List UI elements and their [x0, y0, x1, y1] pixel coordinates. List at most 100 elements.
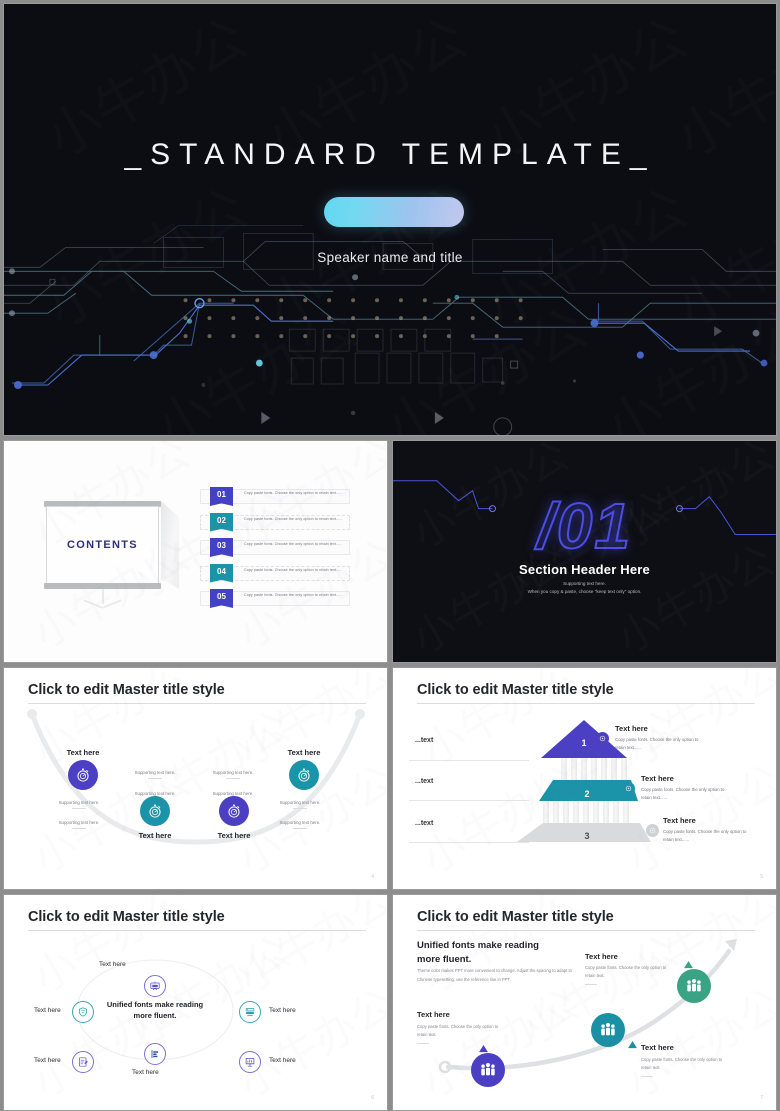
svg-text:1: 1 [581, 738, 586, 748]
supporting-text: Supporting text here. [116, 770, 194, 779]
page-title: Click to edit Master title style [28, 682, 225, 698]
circle-node-right-upper[interactable] [239, 1001, 261, 1023]
screen-tripod-icon [80, 589, 126, 611]
curve-path [27, 709, 365, 845]
timeline-node-4[interactable] [289, 760, 319, 790]
circle-label-top: Text here [99, 961, 126, 968]
list-item[interactable]: 02 Copy paste fonts. Choose the only opt… [200, 512, 350, 532]
pyramid-body-1: Copy paste fonts. Choose the only option… [615, 737, 699, 751]
growth-step-body-1: Copy paste fonts. Choose the only option… [417, 1023, 505, 1044]
growth-node-2[interactable] [591, 1013, 625, 1047]
circle-label-left-lower: Text here [34, 1057, 61, 1064]
growth-arrow [438, 939, 737, 1074]
circle-node-bottom[interactable] [144, 1043, 166, 1065]
growth-step-head-3: Text here [585, 952, 618, 961]
toc-number-badge: 02 [210, 512, 233, 532]
deck-row-1: 小牛办公 小牛办公 小牛办公 小牛办公 小牛办公 小牛办公 小牛办公 小牛办公 … [3, 3, 777, 436]
timeline-label: Text here [287, 748, 321, 757]
screen-face: CONTENTS [46, 506, 159, 584]
supporting-text: Supporting text here. [261, 800, 339, 809]
list-item[interactable]: 01 Copy paste fonts. Choose the only opt… [200, 487, 350, 506]
list-item[interactable]: 05 Copy paste fonts. Choose the only opt… [200, 589, 350, 608]
list-item[interactable]: 04 Copy paste fonts. Choose the only opt… [200, 563, 350, 583]
pyramid-body-3: Copy paste fonts. Choose the only option… [663, 829, 747, 843]
slide-pyramid[interactable]: Click to edit Master title style ...text… [392, 667, 777, 890]
gear-icon [625, 785, 632, 792]
contents-label: CONTENTS [67, 539, 138, 551]
supporting-text: Supporting text here. [40, 820, 118, 829]
stopwatch-icon [77, 768, 89, 782]
toc-text: Copy paste fonts. Choose the only option… [244, 593, 343, 597]
slide-growth[interactable]: Click to edit Master title style Unified… [392, 894, 777, 1111]
timeline-node-2[interactable] [140, 796, 170, 826]
circle-node-left-upper[interactable] [72, 1001, 94, 1023]
presentation-board-icon [150, 981, 160, 990]
slide-timeline[interactable]: Click to edit Master title style Text he… [3, 667, 388, 890]
growth-step-head-2: Text here [641, 1043, 674, 1052]
circle-node-top[interactable] [144, 975, 166, 997]
toc-number-badge: 04 [210, 563, 233, 583]
server-stack-icon [245, 1008, 255, 1016]
section-number: /01 [536, 489, 632, 563]
pyramid-shapes: 1 2 3 [517, 720, 651, 842]
pyramid-badge-1[interactable] [596, 732, 609, 745]
pyramid-badge-2[interactable] [622, 782, 635, 795]
list-item[interactable]: 03 Copy paste fonts. Choose the only opt… [200, 538, 350, 557]
supporting-text: Supporting text here. [261, 820, 339, 829]
growth-step-head-1: Text here [417, 1010, 450, 1019]
supporting-text: Supporting text here. [194, 770, 272, 779]
circle-center-text: Unified fonts make reading more fluent. [106, 1000, 204, 1021]
timeline-node-1[interactable] [68, 760, 98, 790]
marker-triangle-icon [684, 961, 693, 969]
timeline-node-3[interactable] [219, 796, 249, 826]
lock-icon [649, 827, 656, 834]
svg-text:2: 2 [584, 789, 589, 799]
slide-contents[interactable]: CONTENTS 01 Copy paste fonts. Choose the… [3, 440, 388, 663]
speaker-subtitle: Speaker name and title [317, 250, 463, 265]
section-heading: Section Header Here [519, 562, 650, 577]
gradient-pill-accent [324, 197, 464, 227]
stopwatch-icon [149, 804, 161, 818]
people-group-icon [601, 1023, 615, 1036]
toc-text: Copy paste fonts. Choose the only option… [244, 491, 343, 495]
supporting-text: Supporting text here. [40, 800, 118, 809]
slide-section-header[interactable]: /01 Section Header Here Supporting text … [392, 440, 777, 663]
deck-row-4: Click to edit Master title style Text he… [3, 894, 777, 1111]
projector-screen-icon: CONTENTS [40, 501, 179, 611]
growth-step-body-2: Copy paste fonts. Choose the only option… [641, 1056, 729, 1077]
target-icon [599, 735, 606, 742]
growth-step-body-3: Copy paste fonts. Choose the only option… [585, 964, 673, 985]
bar-chart-doc-icon [151, 1049, 158, 1059]
pyramid-head-2: Text here [641, 774, 674, 783]
growth-paragraph: Theme color makes PPT more convenient to… [417, 968, 572, 982]
pyramid-badge-3[interactable] [646, 824, 659, 837]
stopwatch-icon [298, 768, 310, 782]
section-support-line-2: When you copy & paste, choose "keep text… [527, 589, 642, 594]
deck-row-3: Click to edit Master title style Text he… [3, 667, 777, 890]
shield-badge-icon [79, 1007, 87, 1017]
marker-triangle-icon [479, 1045, 488, 1053]
edit-document-icon [79, 1057, 88, 1067]
circle-node-left-lower[interactable] [72, 1051, 94, 1073]
circle-label-left-upper: Text here [34, 1007, 61, 1014]
deck-row-2: CONTENTS 01 Copy paste fonts. Choose the… [3, 440, 777, 663]
slide-title[interactable]: 小牛办公 小牛办公 小牛办公 小牛办公 小牛办公 小牛办公 小牛办公 小牛办公 … [3, 3, 777, 436]
marker-triangle-icon [628, 1041, 637, 1049]
circle-label-bottom: Text here [132, 1069, 159, 1076]
page-number: 4 [371, 874, 374, 880]
page-number: 7 [760, 1095, 763, 1101]
growth-lead: Unified fonts make reading more fluent. [417, 940, 539, 966]
toc-text: Copy paste fonts. Choose the only option… [244, 542, 343, 546]
circle-node-right-lower[interactable] [239, 1051, 261, 1073]
timeline-label: Text here [217, 831, 251, 840]
circle-label-right-upper: Text here [269, 1007, 296, 1014]
stopwatch-icon [228, 804, 240, 818]
slide-circle-diagram[interactable]: Click to edit Master title style Text he… [3, 894, 388, 1111]
monitor-chart-icon [245, 1058, 255, 1067]
pyramid-body-2: Copy paste fonts. Choose the only option… [641, 787, 725, 801]
growth-node-1[interactable] [471, 1053, 505, 1087]
pyramid-head-3: Text here [663, 816, 696, 825]
svg-text:3: 3 [584, 831, 589, 841]
section-support-line-1: Supporting text here. [563, 581, 606, 586]
growth-node-3[interactable] [677, 969, 711, 1003]
